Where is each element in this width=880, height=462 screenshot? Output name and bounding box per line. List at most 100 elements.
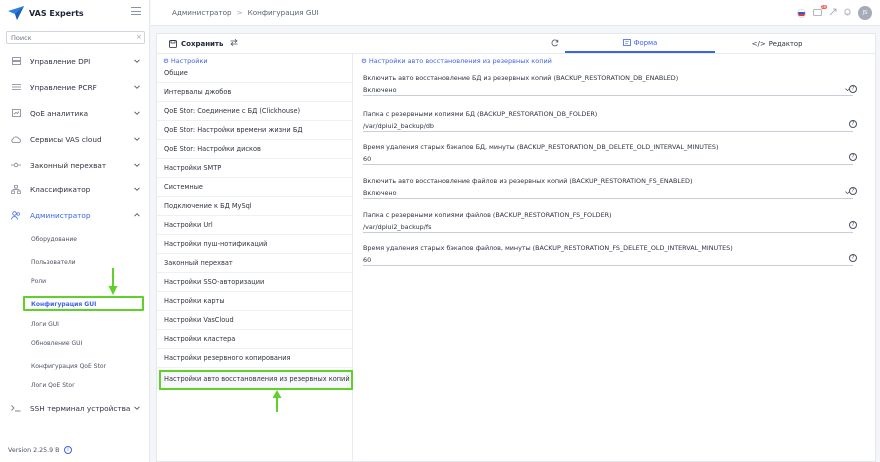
- field-value: 60: [363, 154, 372, 163]
- sidebar: VAS Experts × Управление DPI Управление …: [0, 0, 150, 462]
- sub-gui-update[interactable]: Обновление GUI: [31, 340, 82, 347]
- db-folder-input[interactable]: /var/dpiui2_backup/db: [363, 120, 853, 132]
- nav-label: Сервисы VAS cloud: [30, 134, 102, 144]
- list-item[interactable]: Системные: [157, 178, 352, 197]
- field-label: Включить авто восстановление файлов из р…: [363, 177, 693, 185]
- help-icon[interactable]: ?: [849, 153, 857, 161]
- notifications-icon[interactable]: 28: [813, 5, 827, 18]
- breadcrumb: Администратор > Конфигурация GUI: [172, 8, 319, 17]
- breadcrumb-current: Конфигурация GUI: [247, 8, 319, 17]
- help-icon[interactable]: ?: [849, 221, 857, 229]
- help-icon[interactable]: ?: [849, 187, 857, 195]
- db-enabled-select[interactable]: Включено: [363, 84, 853, 96]
- field-value: /var/dpiui2_backup/db: [363, 121, 434, 130]
- nav-label: Управление PCRF: [30, 82, 97, 92]
- list-item[interactable]: Общие: [157, 64, 352, 83]
- fs-delete-interval-input[interactable]: 60: [363, 254, 853, 266]
- nav-label: SSH терминал устройства: [30, 403, 131, 413]
- list-item[interactable]: Настройки VasCloud: [157, 311, 352, 330]
- sub-qoe-stor-configuration[interactable]: Конфигурация QoE Stor: [31, 363, 106, 370]
- form-field-fs-delete-interval: Время удаления старых бэкапов файлов, ми…: [363, 244, 859, 266]
- fs-folder-input[interactable]: /var/dpiui2_backup/fs: [363, 221, 853, 233]
- help-icon[interactable]: ?: [849, 120, 857, 128]
- brand[interactable]: VAS Experts: [8, 4, 84, 22]
- list-item[interactable]: Настройки карты: [157, 292, 352, 311]
- form-field-fs-enabled: Включить авто восстановление файлов из р…: [363, 177, 859, 199]
- list-item[interactable]: Настройки SMTP: [157, 159, 352, 178]
- search-input[interactable]: [6, 31, 145, 44]
- nav-vas-cloud[interactable]: Сервисы VAS cloud: [0, 130, 150, 148]
- list-item[interactable]: Настройки кластера: [157, 330, 352, 349]
- settings-list: ⚙ Настройки Общие Интервалы джобов QoE S…: [157, 54, 353, 462]
- form-field-db-delete-interval: Время удаления старых бэкапов БД, минуты…: [363, 143, 859, 165]
- language-flag-icon[interactable]: [797, 8, 806, 18]
- tab-form[interactable]: Форма: [565, 34, 715, 53]
- chevron-down-icon: [134, 187, 140, 191]
- db-delete-interval-input[interactable]: 60: [363, 153, 853, 165]
- hierarchy-icon: [11, 184, 21, 194]
- list-item[interactable]: Настройки SSO-авторизации: [157, 273, 352, 292]
- sub-users[interactable]: Пользователи: [31, 259, 76, 266]
- share-icon[interactable]: [829, 8, 837, 18]
- form-title: Настройки авто восстановления из резервн…: [368, 57, 552, 65]
- refresh-icon[interactable]: [551, 39, 559, 49]
- chevron-down-icon: [134, 85, 140, 89]
- nav-label: QoE аналитика: [30, 108, 89, 118]
- config-panel: Сохранить Форма </> Редактор ⚙ Настройки…: [156, 33, 876, 462]
- swap-icon[interactable]: [230, 39, 238, 48]
- list-item[interactable]: QoE Stor: Соединение с БД (Clickhouse): [157, 102, 352, 121]
- info-icon[interactable]: i: [64, 446, 72, 454]
- list-item[interactable]: Интервалы джобов: [157, 83, 352, 102]
- tab-editor[interactable]: </> Редактор: [727, 34, 827, 53]
- chevron-down-icon: [134, 163, 140, 167]
- nav-label: Администратор: [30, 210, 91, 220]
- nav-ssh-terminal[interactable]: SSH терминал устройства: [0, 399, 150, 417]
- arrow-down-annotation: [108, 268, 118, 295]
- list-item[interactable]: Настройки Url: [157, 216, 352, 235]
- brand-name: VAS Experts: [29, 8, 84, 18]
- save-icon: [169, 40, 177, 48]
- cloud-icon: [11, 134, 21, 144]
- sub-qoe-stor-logs[interactable]: Логи QoE Stor: [31, 382, 75, 389]
- list-item-selected[interactable]: Настройки авто восстановления из резервн…: [157, 370, 352, 389]
- nav-qoe-analytics[interactable]: QoE аналитика: [0, 104, 150, 122]
- form-icon: [622, 39, 631, 46]
- sub-gui-configuration[interactable]: Конфигурация GUI: [31, 301, 96, 308]
- save-label: Сохранить: [181, 40, 224, 48]
- clear-search-icon[interactable]: ×: [136, 33, 142, 41]
- breadcrumb-root[interactable]: Администратор: [172, 8, 232, 17]
- list-item[interactable]: Настройки резервного копирования: [157, 349, 352, 368]
- menu-toggle-icon[interactable]: [131, 7, 141, 15]
- list-item[interactable]: QoE Stor: Настройки времени жизни БД: [157, 121, 352, 140]
- avatar[interactable]: JS: [858, 6, 872, 20]
- list-item[interactable]: Подключение к БД MySql: [157, 197, 352, 216]
- arrow-up-annotation: [272, 390, 282, 412]
- list-item[interactable]: Настройки пуш-нотификаций: [157, 235, 352, 254]
- sub-roles[interactable]: Роли: [31, 278, 46, 285]
- nav-lawful-intercept[interactable]: Законный перехват: [0, 156, 150, 174]
- chevron-down-icon: [134, 59, 140, 63]
- nav-classifier[interactable]: Классификатор: [0, 180, 150, 198]
- field-value: /var/dpiui2_backup/fs: [363, 222, 432, 231]
- sub-gui-logs[interactable]: Логи GUI: [31, 321, 59, 328]
- field-label: Время удаления старых бэкапов БД, минуты…: [363, 143, 719, 151]
- sub-equipment[interactable]: Оборудование: [31, 236, 77, 243]
- field-label: Время удаления старых бэкапов файлов, ми…: [363, 244, 733, 252]
- bell-icon[interactable]: [844, 8, 851, 18]
- fs-enabled-select[interactable]: Включено: [363, 187, 853, 199]
- list-item[interactable]: Законный перехват: [157, 254, 352, 273]
- field-label: Папка с резервными копиями БД (BACKUP_RE…: [363, 110, 598, 118]
- users-icon: [11, 210, 21, 220]
- save-button[interactable]: Сохранить: [169, 40, 223, 48]
- server-stack-icon: [11, 82, 21, 92]
- nav-pcrf-management[interactable]: Управление PCRF: [0, 78, 150, 96]
- list-item[interactable]: QoE Stor: Настройки дисков: [157, 140, 352, 159]
- intercept-icon: [11, 160, 21, 170]
- server-icon: [11, 56, 21, 66]
- settings-icon: ⚙: [361, 57, 367, 65]
- help-icon[interactable]: ?: [849, 85, 857, 93]
- help-icon[interactable]: ?: [849, 254, 857, 262]
- nav-administrator[interactable]: Администратор: [0, 206, 150, 224]
- nav-dpi-management[interactable]: Управление DPI: [0, 52, 150, 70]
- topbar: Администратор > Конфигурация GUI 28 JS: [151, 0, 880, 26]
